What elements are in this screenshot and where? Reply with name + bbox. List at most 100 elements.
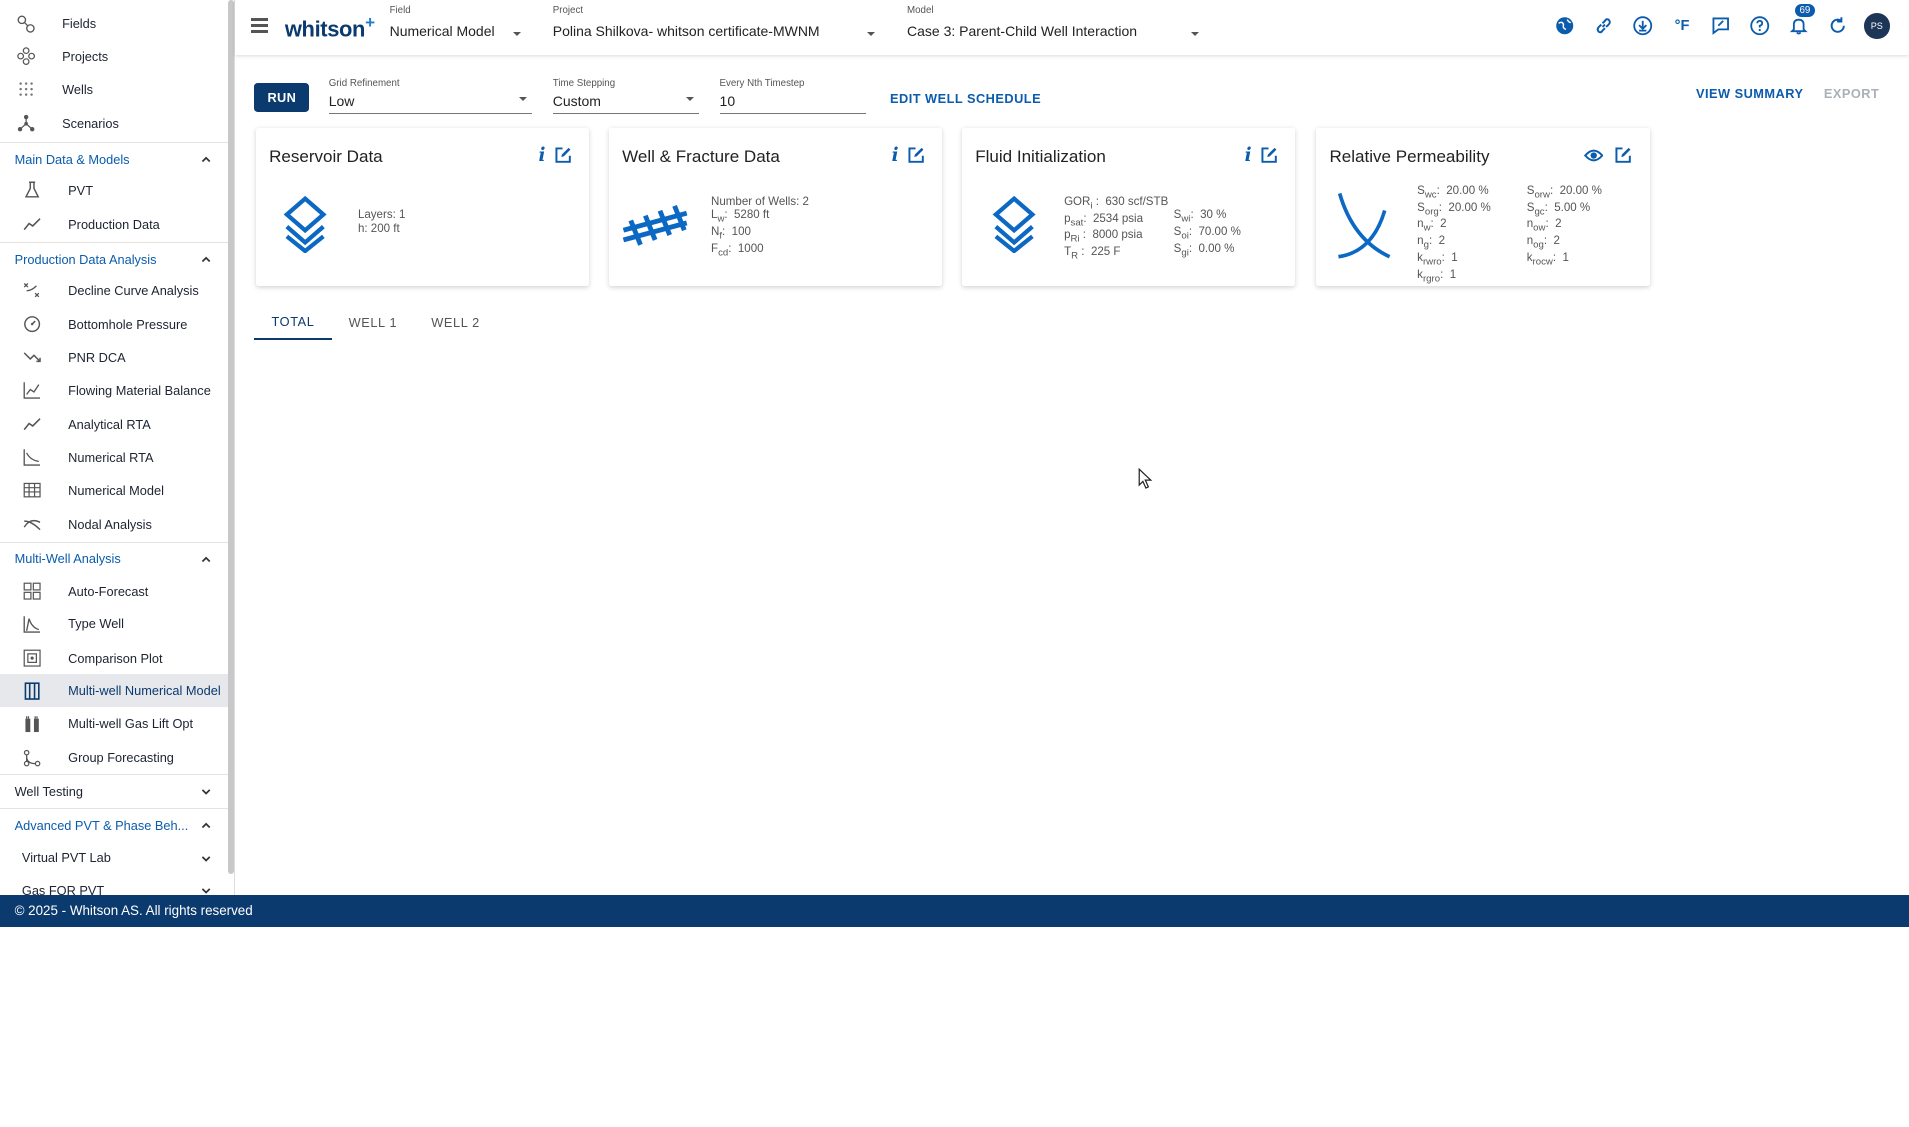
avatar-initials: PS bbox=[1864, 13, 1890, 39]
relperm-props-left: Swc: 20.00 % Sorg: 20.00 % nw: 2 ng: 2 k… bbox=[1417, 185, 1491, 285]
feedback-icon[interactable] bbox=[1708, 13, 1734, 39]
field-select[interactable]: Field Numerical Model bbox=[390, 5, 522, 46]
export-button[interactable]: EXPORT bbox=[1824, 86, 1879, 101]
sidebar-item-group-forecasting[interactable]: Group Forecasting bbox=[0, 741, 229, 774]
sidebar-item-fields[interactable]: Fields bbox=[0, 7, 229, 40]
flask-icon bbox=[23, 181, 41, 199]
sidebar-item-label: Nodal Analysis bbox=[68, 516, 152, 532]
nth-timestep-caption: Every Nth Timestep bbox=[719, 77, 805, 89]
swc-row: Swc: 20.00 % bbox=[1417, 185, 1489, 201]
krocw-row: krocw: 1 bbox=[1526, 251, 1569, 268]
sidebar-item-nodal-analysis[interactable]: Nodal Analysis bbox=[0, 508, 229, 541]
section-label: Gas FOR PVT bbox=[21, 883, 105, 895]
edit-icon[interactable] bbox=[907, 146, 925, 164]
menu-icon[interactable] bbox=[250, 18, 268, 33]
soi-value: 70.00 % bbox=[1198, 226, 1241, 239]
chevron-down-icon bbox=[201, 888, 210, 895]
sidebar-item-label: Numerical RTA bbox=[68, 449, 154, 465]
section-well-testing[interactable]: Well Testing bbox=[0, 774, 229, 807]
ng-value: 2 bbox=[1438, 235, 1445, 248]
edit-icon[interactable] bbox=[1260, 146, 1278, 164]
thickness-value: h: 200 ft bbox=[357, 222, 400, 235]
sidebar-item-multi-well-numerical-model[interactable]: Multi-well Numerical Model bbox=[0, 674, 229, 708]
section-virtual-pvt-lab[interactable]: Virtual PVT Lab bbox=[7, 841, 234, 874]
notifications-bell-icon[interactable]: 69 bbox=[1786, 3, 1816, 39]
nth-timestep-input[interactable]: Every Nth Timestep 10 bbox=[719, 77, 866, 115]
sidebar-item-flowing-material-balance[interactable]: Flowing Material Balance bbox=[0, 374, 229, 407]
logo-text: whitson bbox=[284, 16, 366, 42]
section-advanced-pvt[interactable]: Advanced PVT & Phase Beh... bbox=[0, 808, 229, 841]
globe-icon[interactable] bbox=[1552, 13, 1578, 39]
decline-curve-icon bbox=[23, 281, 41, 299]
sidebar-item-label: Type Well bbox=[68, 616, 124, 632]
refresh-icon[interactable] bbox=[1825, 13, 1851, 39]
edit-icon[interactable] bbox=[1614, 146, 1632, 164]
section-main-data-models[interactable]: Main Data & Models bbox=[0, 142, 229, 175]
dropdown-arrow-icon bbox=[685, 97, 694, 102]
sidebar-item-pnr-dca[interactable]: PNR DCA bbox=[0, 341, 229, 374]
section-label: Production Data Analysis bbox=[14, 251, 157, 267]
krgro-row: krgro: 1 bbox=[1417, 268, 1457, 284]
sidebar-item-comparison-plot[interactable]: Comparison Plot bbox=[0, 642, 229, 675]
section-label: Multi-Well Analysis bbox=[14, 551, 121, 567]
tab-well-1[interactable]: WELL 1 bbox=[332, 304, 415, 339]
eye-icon[interactable] bbox=[1583, 147, 1604, 164]
info-icon[interactable]: i bbox=[1245, 145, 1252, 166]
view-summary-button[interactable]: VIEW SUMMARY bbox=[1696, 86, 1804, 101]
sidebar-item-type-well[interactable]: Type Well bbox=[0, 608, 229, 641]
sidebar-item-scenarios[interactable]: Scenarios bbox=[0, 107, 229, 140]
sidebar-item-bottomhole-pressure[interactable]: Bottomhole Pressure bbox=[0, 308, 229, 341]
info-icon[interactable]: i bbox=[892, 145, 899, 166]
temperature-unit-toggle[interactable]: °F bbox=[1669, 13, 1695, 39]
section-production-data-analysis[interactable]: Production Data Analysis bbox=[0, 242, 229, 275]
chevron-up-icon bbox=[201, 256, 211, 263]
projects-icon bbox=[17, 47, 36, 66]
tab-well-2[interactable]: WELL 2 bbox=[414, 304, 497, 339]
run-button[interactable]: RUN bbox=[254, 82, 310, 112]
user-avatar[interactable]: PS bbox=[1864, 13, 1890, 39]
sidebar-item-multi-well-gas-lift-opt[interactable]: Multi-well Gas Lift Opt bbox=[0, 707, 229, 740]
whitson-logo[interactable]: whitson+ bbox=[285, 13, 375, 42]
sidebar-scrollbar[interactable] bbox=[227, 0, 234, 875]
krgro-value: 1 bbox=[1449, 268, 1457, 281]
mouse-cursor-icon bbox=[1138, 467, 1153, 489]
sidebar-item-numerical-model[interactable]: Numerical Model bbox=[0, 474, 229, 507]
sidebar-item-projects[interactable]: Projects bbox=[0, 40, 229, 73]
gauge-icon bbox=[23, 315, 41, 333]
sidebar-item-decline-curve-analysis[interactable]: Decline Curve Analysis bbox=[0, 274, 229, 307]
reservoir-props: Layers: 1 h: 200 ft bbox=[358, 209, 406, 236]
project-select[interactable]: Project Polina Shilkova- whitson certifi… bbox=[553, 5, 876, 46]
link-icon[interactable] bbox=[1591, 13, 1617, 39]
edit-well-schedule-button[interactable]: EDIT WELL SCHEDULE bbox=[890, 91, 1041, 106]
edit-icon[interactable] bbox=[554, 146, 572, 164]
sorg-value: 20.00 % bbox=[1448, 201, 1491, 214]
chart-axes-icon bbox=[23, 381, 41, 399]
download-icon[interactable] bbox=[1630, 13, 1656, 39]
sidebar-item-auto-forecast[interactable]: Auto-Forecast bbox=[0, 575, 229, 608]
trend-down-icon bbox=[23, 348, 41, 366]
help-icon[interactable] bbox=[1747, 13, 1773, 39]
soi-row: Soi: 70.00 % bbox=[1173, 226, 1241, 242]
sidebar-item-production-data[interactable]: Production Data bbox=[0, 208, 229, 241]
gor-value: 630 scf/STB bbox=[1105, 196, 1169, 208]
sidebar-item-analytical-rta[interactable]: Analytical RTA bbox=[0, 408, 229, 441]
tab-total[interactable]: TOTAL bbox=[254, 304, 332, 340]
section-multi-well-analysis[interactable]: Multi-Well Analysis bbox=[0, 541, 229, 575]
time-stepping-value: Custom bbox=[552, 92, 601, 109]
grid-refinement-select[interactable]: Grid Refinement Low bbox=[328, 78, 533, 115]
sidebar-item-label: Analytical RTA bbox=[68, 416, 151, 432]
pri-row: pRi : 8000 psia bbox=[1064, 229, 1143, 245]
section-gas-for-pvt[interactable]: Gas FOR PVT bbox=[7, 874, 234, 895]
relperm-props-right: Sorw: 20.00 % Sgc: 5.00 % now: 2 nog: 2 … bbox=[1527, 185, 1602, 269]
time-stepping-select[interactable]: Time Stepping Custom bbox=[552, 78, 699, 115]
model-select[interactable]: Model Case 3: Parent-Child Well Interact… bbox=[907, 5, 1200, 46]
info-icon[interactable]: i bbox=[539, 145, 546, 166]
scenarios-icon bbox=[17, 114, 35, 132]
swc-value: 20.00 % bbox=[1446, 185, 1489, 198]
sidebar-item-pvt[interactable]: PVT bbox=[0, 174, 229, 207]
sidebar-item-wells[interactable]: Wells bbox=[0, 73, 229, 106]
sidebar-item-label: Scenarios bbox=[62, 116, 119, 132]
sidebar-item-numerical-rta[interactable]: Numerical RTA bbox=[0, 441, 229, 474]
chevron-down-icon bbox=[201, 789, 211, 795]
sgi-value: 0.00 % bbox=[1198, 242, 1235, 255]
